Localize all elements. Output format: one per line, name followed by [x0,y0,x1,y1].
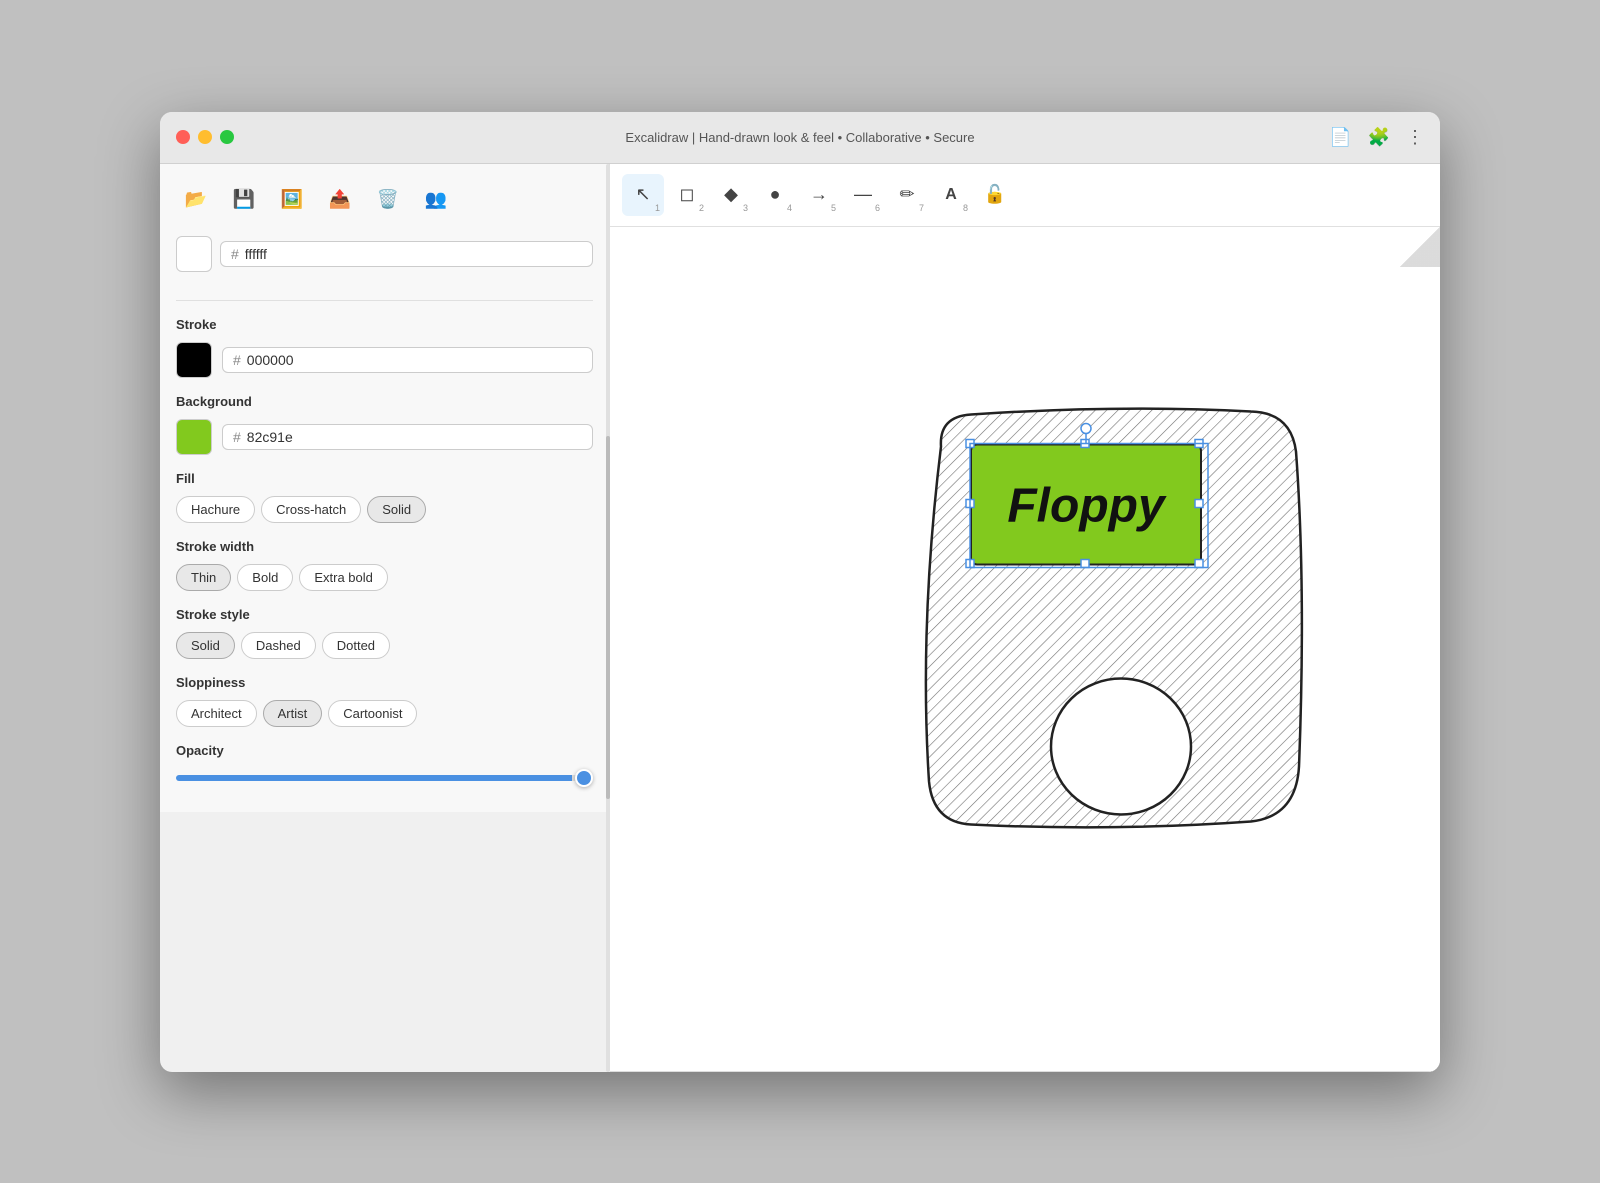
color-swatch[interactable] [176,236,212,272]
text-icon: A [945,186,957,204]
bg-hash: # [233,429,241,445]
color-row: # [176,236,593,272]
tool-text[interactable]: A 8 [930,174,972,216]
opacity-slider-container [176,768,593,786]
save-button[interactable]: 💾 [224,180,264,220]
corner-fold [1400,227,1440,267]
titlebar: Excalidraw | Hand-drawn look & feel • Co… [160,112,1440,164]
stroke-dotted[interactable]: Dotted [322,632,390,659]
color-input-group: # [220,241,593,267]
stroke-bold[interactable]: Bold [237,564,293,591]
tool-ellipse[interactable]: ● 4 [754,174,796,216]
fill-crosshatch[interactable]: Cross-hatch [261,496,361,523]
fill-hachure[interactable]: Hachure [176,496,255,523]
sloppiness-options: Architect Artist Cartoonist [176,700,593,727]
bottom-bar: + − ↺ 100% 🛡️ English ▲ ⌨ [610,1071,1440,1072]
window-title: Excalidraw | Hand-drawn look & feel • Co… [625,130,974,145]
diamond-icon: ◆ [724,184,738,205]
tool-arrow[interactable]: → 5 [798,174,840,216]
traffic-lights [176,130,234,144]
opacity-label: Opacity [176,743,593,758]
stroke-row: # [176,342,593,378]
divider-1 [176,300,593,301]
stroke-width-options: Thin Bold Extra bold [176,564,593,591]
floppy-drawing: Floppy [881,386,1361,911]
background-input-group: # [222,424,593,450]
fill-label: Fill [176,471,593,486]
arrow-icon: → [810,184,828,205]
stroke-style-options: Solid Dashed Dotted [176,632,593,659]
stroke-label: Stroke [176,317,593,332]
hash-symbol: # [231,246,239,262]
stroke-dashed[interactable]: Dashed [241,632,316,659]
stroke-thin[interactable]: Thin [176,564,231,591]
background-hex-input[interactable] [247,429,582,445]
collaborate-button[interactable]: 👥 [416,180,456,220]
sidebar-wrapper: 📂 💾 🖼️ 📤 🗑️ 👥 # Strok [160,164,610,1072]
stroke-hex-input[interactable] [247,352,582,368]
svg-text:Floppy: Floppy [1007,479,1167,532]
tool-lock[interactable]: 🔓 [974,174,1016,216]
close-button[interactable] [176,130,190,144]
stroke-width-label: Stroke width [176,539,593,554]
export-image-button[interactable]: 🖼️ [272,180,312,220]
fill-options: Hachure Cross-hatch Solid [176,496,593,523]
export-button[interactable]: 📤 [320,180,360,220]
floppy-svg: Floppy [881,386,1361,906]
maximize-button[interactable] [220,130,234,144]
sidebar: 📂 💾 🖼️ 📤 🗑️ 👥 # Strok [160,164,610,812]
line-icon: — [854,184,872,205]
draw-icon: ✏ [899,184,914,205]
titlebar-actions: 📄 🧩 ⋮ [1329,127,1424,148]
app-window: Excalidraw | Hand-drawn look & feel • Co… [160,112,1440,1072]
sloppiness-artist[interactable]: Artist [263,700,323,727]
fill-solid[interactable]: Solid [367,496,426,523]
background-label: Background [176,394,593,409]
tool-draw[interactable]: ✏ 7 [886,174,928,216]
stroke-style-label: Stroke style [176,607,593,622]
delete-button[interactable]: 🗑️ [368,180,408,220]
stroke-hash: # [233,352,241,368]
app-body: 📂 💾 🖼️ 📤 🗑️ 👥 # Strok [160,164,1440,1072]
tool-rectangle[interactable]: ◻ 2 [666,174,708,216]
open-button[interactable]: 📂 [176,180,216,220]
minimize-button[interactable] [198,130,212,144]
opacity-slider[interactable] [176,775,593,781]
background-row: # [176,419,593,455]
color-hex-input[interactable] [245,246,582,262]
tool-selection[interactable]: ↖ 1 [622,174,664,216]
tool-line[interactable]: — 6 [842,174,884,216]
stroke-solid[interactable]: Solid [176,632,235,659]
puzzle-icon[interactable]: 🧩 [1368,127,1390,148]
sidebar-toolbar: 📂 💾 🖼️ 📤 🗑️ 👥 [176,180,593,220]
canvas-area: ↖ 1 ◻ 2 ◆ 3 ● 4 → 5 [610,164,1440,1072]
background-color-swatch[interactable] [176,419,212,455]
stroke-extra-bold[interactable]: Extra bold [299,564,388,591]
sloppiness-cartoonist[interactable]: Cartoonist [328,700,417,727]
tool-diamond[interactable]: ◆ 3 [710,174,752,216]
stroke-color-swatch[interactable] [176,342,212,378]
new-doc-icon[interactable]: 📄 [1329,127,1351,148]
selection-icon: ↖ [635,184,650,205]
sloppiness-architect[interactable]: Architect [176,700,257,727]
rectangle-icon: ◻ [680,184,695,205]
sloppiness-label: Sloppiness [176,675,593,690]
menu-icon[interactable]: ⋮ [1406,127,1424,148]
canvas-toolbar: ↖ 1 ◻ 2 ◆ 3 ● 4 → 5 [610,164,1440,227]
canvas-content[interactable]: Floppy [610,227,1440,1071]
stroke-input-group: # [222,347,593,373]
ellipse-icon: ● [770,184,781,205]
lock-icon: 🔓 [984,184,1006,205]
opacity-section: Opacity [176,743,593,786]
